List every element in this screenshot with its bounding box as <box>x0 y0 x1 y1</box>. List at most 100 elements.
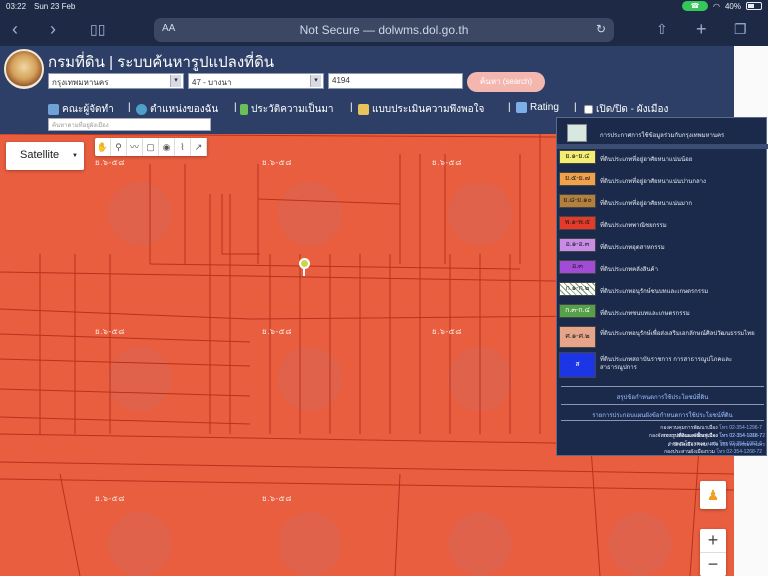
nav-item-label: Rating <box>530 102 559 113</box>
book-icon[interactable]: ▯▯ <box>90 20 105 38</box>
nav-item-label: ประวัติความเป็นมา <box>251 104 334 115</box>
measure-icon[interactable]: ↗ <box>191 138 207 156</box>
polyline-icon[interactable]: 〰 <box>127 138 143 156</box>
zone-description: ที่ดินประเภทอนุรักษ์ชนบทและเกษตรกรรม <box>600 289 709 295</box>
legend-header: การประกาศการใช้ข้อมูลร่วมกับกรุงเทพมหานค… <box>557 122 768 144</box>
legend-header-text: การประกาศการใช้ข้อมูลร่วมกับกรุงเทพมหานค… <box>600 133 725 139</box>
zone-description: ที่ดินประเภทที่อยู่อาศัยหนาแน่นมาก <box>600 201 692 207</box>
zoom-in-button[interactable]: + <box>700 529 726 552</box>
status-bar: 03:22 Sun 23 Feb ☎ ◠ 40% <box>0 0 768 14</box>
contact-name: สำนักผังเมือง กทม. <box>667 442 709 448</box>
contact-phone[interactable]: โทร 02-354-1296-7 <box>719 425 762 431</box>
zone-label: ย.๖-๕๘ <box>95 494 125 503</box>
polygon-icon[interactable]: ⌇ <box>175 138 191 156</box>
zone-label: ย.๖-๕๘ <box>262 327 292 336</box>
divider: | <box>234 102 237 113</box>
tabs-icon[interactable]: ❐ <box>734 20 747 38</box>
date: Sun 23 Feb <box>34 2 76 11</box>
divider <box>557 144 768 149</box>
divider: | <box>508 102 511 113</box>
pin-tail <box>303 268 305 276</box>
zone-description: ที่ดินประเภทอนุรักษ์เพื่อส่งเสริมเอกลักษ… <box>600 331 755 337</box>
rectangle-icon[interactable]: ▢ <box>143 138 159 156</box>
chevron-down-icon: ▾ <box>310 75 321 87</box>
zone-swatch: อ.๑-อ.๓ <box>559 238 596 252</box>
map-type-label: Satellite <box>20 149 60 161</box>
divider <box>561 420 764 421</box>
zoning-summary-link[interactable]: สรุปข้อกำหนดการใช้ประโยชน์ที่ดิน <box>557 392 768 402</box>
nav-item-my-location[interactable]: ตำแหน่งของฉัน <box>136 102 218 117</box>
phone-icon[interactable]: ☎ <box>682 1 708 11</box>
map-type-select[interactable]: Satellite ▼ <box>6 142 84 170</box>
district-select[interactable]: 47 - บางนา ▾ <box>188 73 324 89</box>
nav-item-label: ตำแหน่งของฉัน <box>150 104 219 115</box>
contact-line: กองประสานผังเมืองรวม โทร 02-354-1268-72 <box>664 448 762 456</box>
divider: | <box>128 102 131 113</box>
zone-description: ที่ดินประเภทคลังสินค้า <box>600 267 658 273</box>
zone-label: ย.๖-๕๘ <box>262 494 292 503</box>
battery-icon <box>746 2 762 10</box>
contact-phone[interactable]: โทร 02-354-1268-72 <box>716 449 762 455</box>
circle-icon[interactable]: ◉ <box>159 138 175 156</box>
form-icon <box>358 104 369 115</box>
zoning-list-link[interactable]: รายการประกอบแผนผังข้อกำหนดการใช้ประโยชน์… <box>557 410 768 420</box>
zone-label: ย.๖-๕๘ <box>95 158 125 167</box>
share-icon[interactable]: ⇧ <box>656 20 668 38</box>
group-icon <box>48 104 59 115</box>
district-select-value: 47 - บางนา <box>192 78 232 87</box>
nav-item-survey[interactable]: แบบประเมินความพึงพอใจ <box>358 102 484 117</box>
url-text: Not Secure — dolwms.dol.go.th <box>299 23 469 37</box>
zone-description: ที่ดินประเภทพาณิชยกรรม <box>600 223 667 229</box>
checkbox-icon[interactable] <box>584 105 593 114</box>
contact-phone[interactable]: หรือ 165 กรุงเทพมหานคร <box>710 442 765 448</box>
site-header: กรมที่ดิน | ระบบค้นหารูปแปลงที่ดิน กรุงเ… <box>0 46 734 100</box>
contact-line: กองควบคุมการพัฒนาเมือง โทร 02-354-1296-7 <box>660 424 762 432</box>
contact-line: กองจัดการรูปที่ดินและฟื้นฟูเมือง โทร 02-… <box>556 432 765 440</box>
province-select[interactable]: กรุงเทพมหานคร ▾ <box>48 73 184 89</box>
bma-logo-icon <box>567 124 587 142</box>
divider: | <box>574 102 577 113</box>
zone-swatch: ย.๘-ย.๑๐ <box>559 194 596 208</box>
zone-description: ที่ดินประเภทที่อยู่อาศัยหนาแน่นปานกลาง <box>600 179 706 185</box>
zone-description: ที่ดินประเภทสถาบันราชการ การสาธารณูปโภคแ… <box>600 357 733 371</box>
chevron-down-icon: ▼ <box>72 153 78 159</box>
battery-percent: 40% <box>724 1 741 11</box>
zone-label: ย.๖-๕๘ <box>432 158 462 167</box>
nav-item-rating[interactable]: Rating <box>516 102 559 113</box>
divider: | <box>350 102 353 113</box>
search-button[interactable]: ค้นหา (search) <box>467 72 545 92</box>
zone-description: ที่ดินประเภทอุตสาหกรรม <box>600 245 665 251</box>
zone-label: ย.๖-๕๘ <box>95 327 125 336</box>
new-tab-icon[interactable]: + <box>696 20 707 38</box>
forward-icon[interactable]: › <box>50 20 56 38</box>
chevron-down-icon: ▾ <box>170 75 181 87</box>
back-icon[interactable]: ‹ <box>12 20 18 38</box>
nav-item-history[interactable]: ประวัติความเป็นมา <box>240 102 334 117</box>
parcel-number-input[interactable]: 4194 <box>328 73 463 89</box>
zoom-out-button[interactable]: − <box>700 553 726 576</box>
nav-item-team[interactable]: คณะผู้จัดทำ <box>48 102 114 117</box>
zone-swatch: ก.๑-ก.๒ <box>559 282 596 296</box>
nav-item-label: เปิด/ปิด - ผังเมือง <box>596 104 669 115</box>
reload-icon[interactable]: ↻ <box>596 22 606 36</box>
zone-description: ที่ดินประเภทที่อยู่อาศัยหนาแน่นน้อย <box>600 157 693 163</box>
zone-swatch: พ.๑-พ.๕ <box>559 216 596 230</box>
zone-swatch: ส <box>559 352 596 378</box>
marker-icon[interactable]: ⚲ <box>111 138 127 156</box>
chart-icon <box>516 102 527 113</box>
hand-icon[interactable]: ✋ <box>95 138 111 156</box>
department-logo <box>4 49 44 89</box>
street-view-pegman-icon[interactable]: ♟ <box>700 481 726 509</box>
zoom-control: + − <box>700 529 726 576</box>
address-search-input[interactable]: ค้นหาตามที่อยู่ผังเมือง <box>48 118 211 131</box>
address-bar[interactable]: AA Not Secure — dolwms.dol.go.th ↻ <box>154 18 614 42</box>
zone-swatch: ย.๑-ย.๔ <box>559 150 596 164</box>
sprout-icon <box>240 104 248 115</box>
nav-item-toggle-cityplan[interactable]: เปิด/ปิด - ผังเมือง <box>584 102 668 117</box>
zone-swatch: ศ.๑-ศ.๒ <box>559 326 596 348</box>
nav-item-label: แบบประเมินความพึงพอใจ <box>372 104 485 115</box>
zone-description: ที่ดินประเภทชนบทและเกษตรกรรม <box>600 311 690 317</box>
contact-phone[interactable]: โทร 02-354-1268-72 <box>719 433 765 439</box>
contact-name: กองจัดการรูปที่ดินและฟื้นฟูเมือง <box>649 433 718 439</box>
divider <box>561 404 764 405</box>
